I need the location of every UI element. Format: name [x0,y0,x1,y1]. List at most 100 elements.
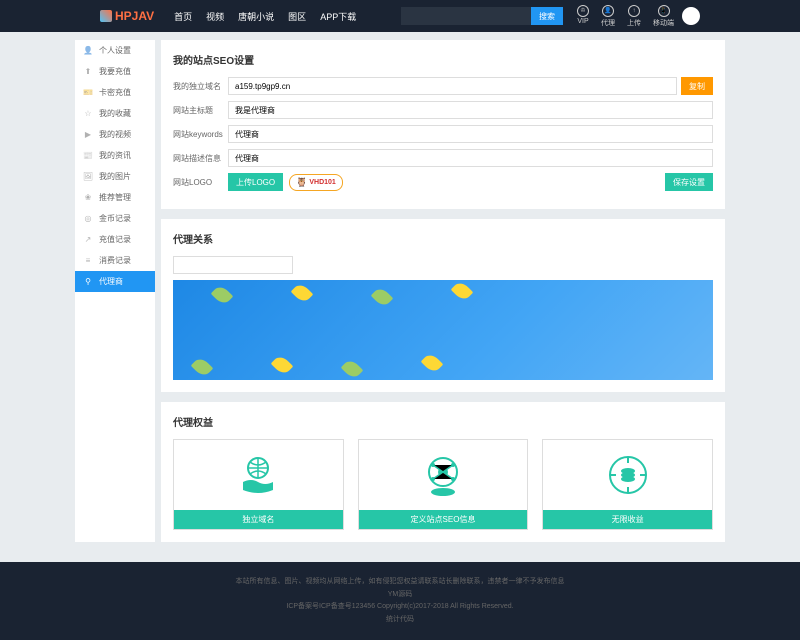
header-icon-label: VIP [577,18,588,25]
benefits-title: 代理权益 [173,414,713,429]
sidebar-label: 代理商 [99,276,123,287]
sidebar-icon: ⚲ [83,277,93,287]
sidebar-icon: 🖼 [83,172,93,182]
sidebar-item-2[interactable]: 🎫 卡密充值 [75,82,155,103]
benefit-button-2[interactable]: 无限收益 [543,510,712,529]
sidebar-icon: 👤 [83,46,93,56]
sidebar-item-10[interactable]: ≡ 消费记录 [75,250,155,271]
sidebar-item-0[interactable]: 👤个人设置 [75,40,155,61]
seo-label: 我的独立域名 [173,81,228,92]
footer-line-3: ICP备案号ICP备查号123456 Copyright(c)2017-2018… [14,601,786,614]
relation-card: 代理关系 [161,219,725,392]
save-button[interactable]: 保存设置 [665,173,713,191]
logo-text: HPJAV [115,9,154,23]
seo-label: 网站描述信息 [173,153,228,164]
sidebar-item-3[interactable]: ☆ 我的收藏 [75,103,155,124]
seo-input-0[interactable] [228,77,677,95]
header-icon-glyph: 👤 [602,5,614,17]
sidebar-icon: ≡ [83,256,93,266]
nav-4[interactable]: APP下载 [320,10,356,23]
header-icon-glyph: ↑ [628,5,640,17]
search-button[interactable]: 搜索 [531,7,563,25]
logo-badge: 🦉VHD101 [289,174,343,191]
sidebar-item-7[interactable]: ❀ 推荐管理 [75,187,155,208]
header-icon-label: 移动端 [653,18,674,28]
sidebar-item-9[interactable]: ↗ 充值记录 [75,229,155,250]
sidebar-item-8[interactable]: ◎ 金币记录 [75,208,155,229]
sidebar-icon: ❀ [83,193,93,203]
seo-label: 网站keywords [173,129,228,140]
main-nav: 首页 视频 唐朝小说 图区 APP下载 [174,10,356,23]
sidebar-label: 我要充值 [99,66,131,77]
footer-line-2: YM源码 [14,589,786,602]
benefit-1: 定义站点SEO信息 [358,439,529,530]
sidebar-label: 金币记录 [99,213,131,224]
sidebar-item-11[interactable]: ⚲ 代理商 [75,271,155,292]
sidebar-item-4[interactable]: ▶ 我的视频 [75,124,155,145]
header-icon-glyph: 📱 [658,5,670,17]
search-box: 搜索 [401,7,563,25]
upload-logo-button[interactable]: 上传LOGO [228,173,283,191]
sidebar-icon: ↗ [83,235,93,245]
avatar[interactable] [682,7,700,25]
benefit-icon [174,440,343,510]
seo-row-0: 我的独立域名 复制 [173,77,713,95]
nav-0[interactable]: 首页 [174,10,192,23]
seo-row-2: 网站keywords [173,125,713,143]
banner-image [173,280,713,380]
seo-input-3[interactable] [228,149,713,167]
seo-input-1[interactable] [228,101,713,119]
header-icon-1[interactable]: 👤代理 [601,5,615,28]
sidebar-label: 我的视频 [99,129,131,140]
header: HPJAV 首页 视频 唐朝小说 图区 APP下载 搜索 ♔VIP 👤代理 ↑上传 📱移动端 [0,0,800,32]
benefit-0: 独立域名 [173,439,344,530]
benefit-icon [359,440,528,510]
benefit-button-0[interactable]: 独立域名 [174,510,343,529]
sidebar-item-1[interactable]: ⬆ 我要充值 [75,61,155,82]
sidebar-label: 消费记录 [99,255,131,266]
sidebar-label: 我的资讯 [99,150,131,161]
seo-row-3: 网站描述信息 [173,149,713,167]
header-icon-3[interactable]: 📱移动端 [653,5,674,28]
seo-card: 我的站点SEO设置 我的独立域名复制网站主标题网站keywords网站描述信息 … [161,40,725,209]
nav-3[interactable]: 图区 [288,10,306,23]
header-icon-0[interactable]: ♔VIP [577,5,589,28]
benefits-card: 代理权益 独立域名定义站点SEO信息无限收益 [161,402,725,542]
header-icon-glyph: ♔ [577,5,589,17]
sidebar-icon: ◎ [83,214,93,224]
benefit-button-1[interactable]: 定义站点SEO信息 [359,510,528,529]
relation-input[interactable] [173,256,293,274]
sidebar-label: 推荐管理 [99,192,131,203]
seo-label: 网站主标题 [173,105,228,116]
sidebar-label: 我的收藏 [99,108,131,119]
sidebar-icon: ☆ [83,109,93,119]
copy-button[interactable]: 复制 [681,77,713,95]
search-input[interactable] [401,7,531,25]
header-icon-label: 上传 [627,18,641,28]
sidebar-icon: ▶ [83,130,93,140]
sidebar-icon: 🎫 [83,88,93,98]
sidebar-label: 卡密充值 [99,87,131,98]
footer: 本站所有信息、图片、视频均从网络上传，如有侵犯您权益请联系站长删除联系，违禁者一… [0,562,800,640]
benefit-icon [543,440,712,510]
header-icon-label: 代理 [601,18,615,28]
header-icon-2[interactable]: ↑上传 [627,5,641,28]
relation-title: 代理关系 [173,231,713,246]
sidebar-label: 充值记录 [99,234,131,245]
sidebar-icon: ⬆ [83,67,93,77]
benefit-2: 无限收益 [542,439,713,530]
seo-input-2[interactable] [228,125,713,143]
nav-1[interactable]: 视频 [206,10,224,23]
logo[interactable]: HPJAV [100,9,154,23]
sidebar-item-6[interactable]: 🖼 我的图片 [75,166,155,187]
footer-line-4: 统计代码 [14,614,786,627]
sidebar: 👤个人设置 ⬆ 我要充值 🎫 卡密充值 ☆ 我的收藏 ▶ 我的视频 📰 我的资讯 🖼 我的图片 ❀ 推荐管理… [75,40,155,542]
footer-line-1: 本站所有信息、图片、视频均从网络上传，如有侵犯您权益请联系站长删除联系，违禁者一… [14,576,786,589]
sidebar-item-5[interactable]: 📰 我的资讯 [75,145,155,166]
sidebar-icon: 📰 [83,151,93,161]
header-icons: ♔VIP 👤代理 ↑上传 📱移动端 [577,5,674,28]
sidebar-label: 我的图片 [99,171,131,182]
nav-2[interactable]: 唐朝小说 [238,10,274,23]
logo-icon [100,10,112,22]
seo-row-1: 网站主标题 [173,101,713,119]
